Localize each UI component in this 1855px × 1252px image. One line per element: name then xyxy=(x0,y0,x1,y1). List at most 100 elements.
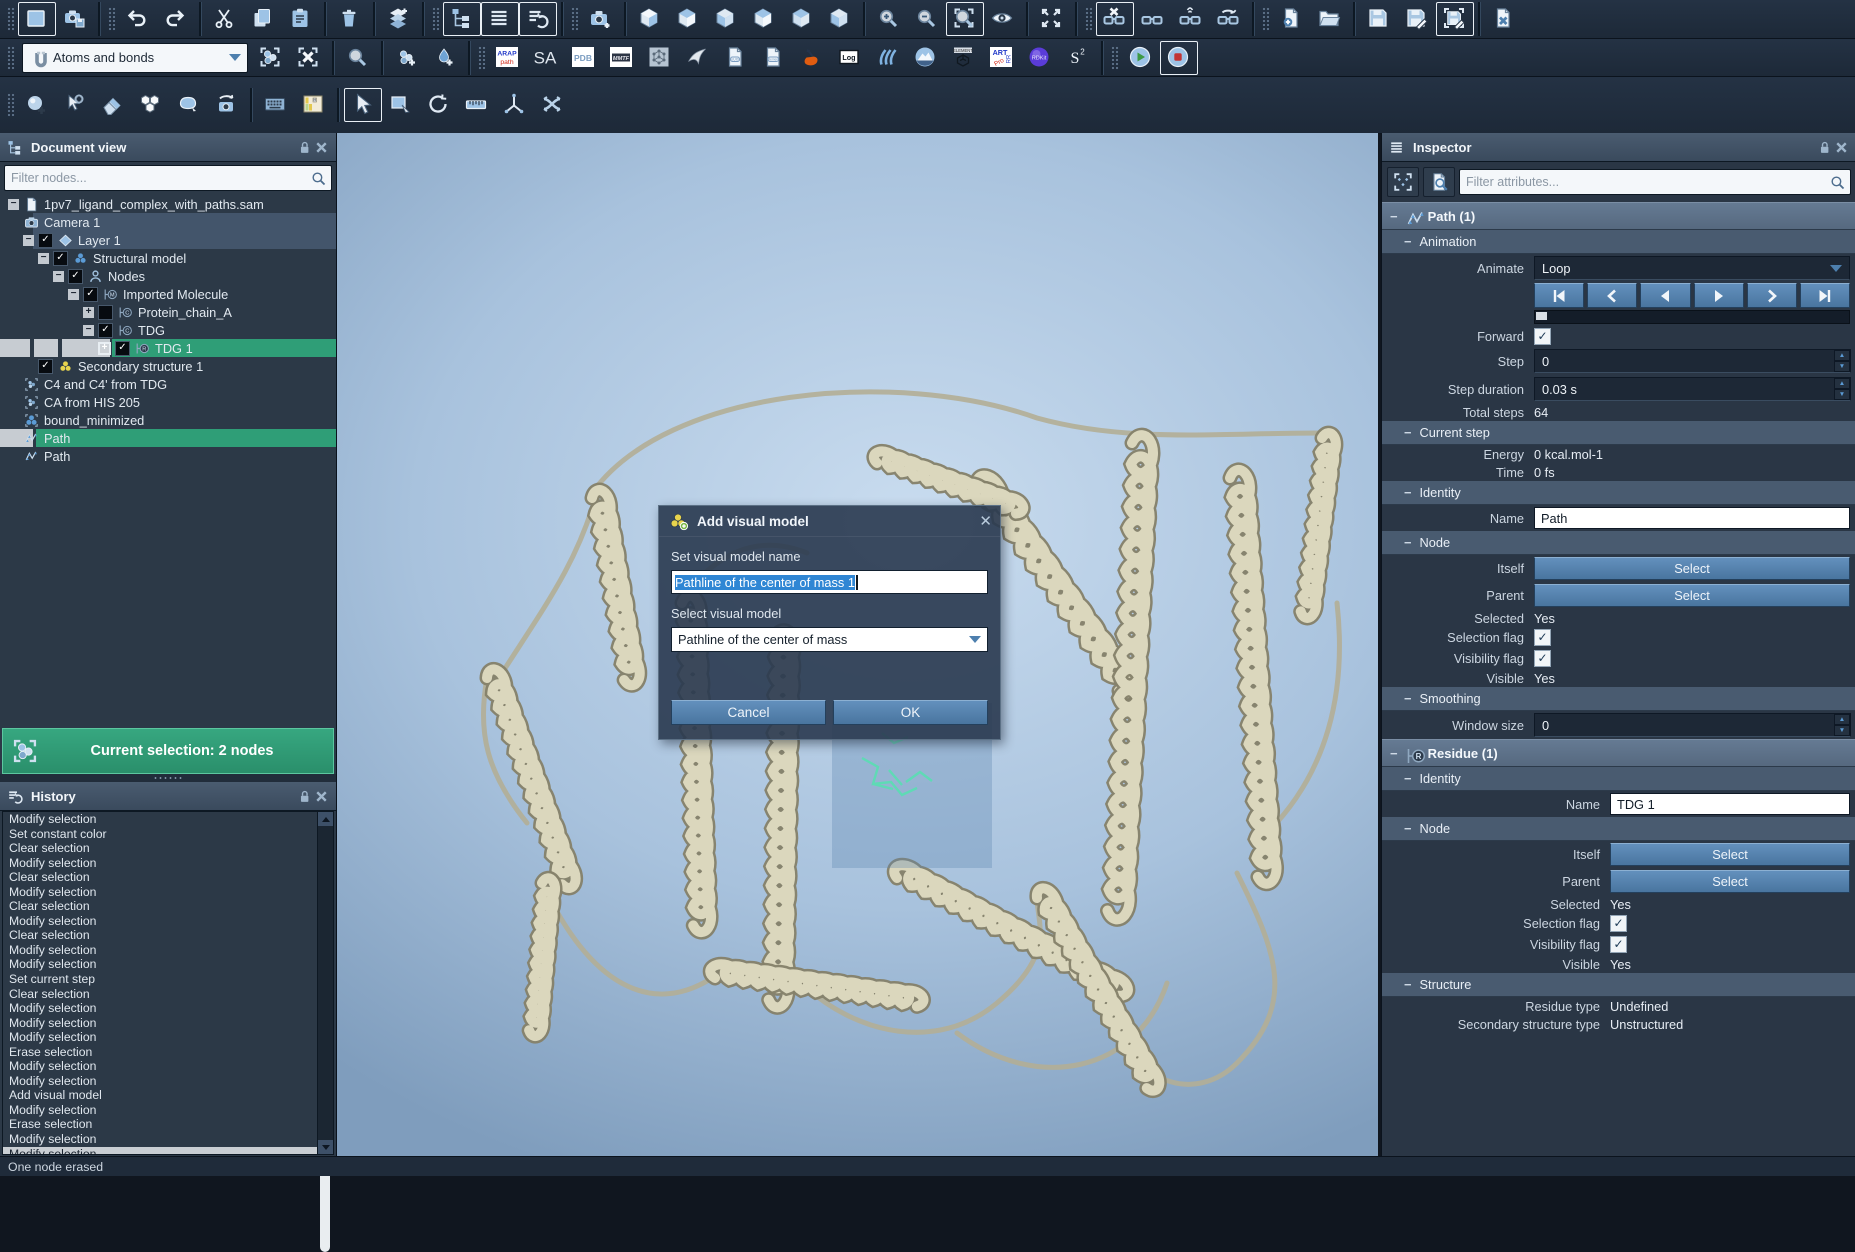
history-item[interactable]: Modify selection xyxy=(3,914,333,929)
view-front-button[interactable] xyxy=(631,2,669,36)
zoom-out-button[interactable] xyxy=(908,2,946,36)
collapse-icon[interactable]: − xyxy=(1404,771,1411,786)
subsection-identity[interactable]: −Identity xyxy=(1382,767,1855,791)
document-view-toggle[interactable] xyxy=(443,2,481,36)
redo-button[interactable] xyxy=(157,2,195,36)
rotate-tool[interactable] xyxy=(420,88,458,122)
close-panel-icon[interactable] xyxy=(1833,139,1850,156)
slider-handle[interactable] xyxy=(1536,312,1547,320)
periodic-table-tool[interactable]: H xyxy=(295,88,333,122)
visibility-checkbox[interactable] xyxy=(98,305,113,320)
history-item[interactable]: Modify selection xyxy=(3,856,333,871)
spin-down-button[interactable]: ▼ xyxy=(1834,725,1850,736)
tree-item-imported-molecule[interactable]: −✓MImported Molecule xyxy=(0,285,336,303)
stereo-off-button[interactable] xyxy=(1096,2,1134,36)
scroll-up-button[interactable] xyxy=(318,812,333,826)
keyboard-tool[interactable] xyxy=(257,88,295,122)
tree-item-c4-and-c4-from-tdg[interactable]: C4 and C4' from TDG xyxy=(0,375,336,393)
residue-parent-select-button[interactable]: Select xyxy=(1610,870,1850,893)
history-item[interactable]: Modify selection xyxy=(3,1016,333,1031)
history-item[interactable]: Clear selection xyxy=(3,899,333,914)
subsection-identity[interactable]: −Identity xyxy=(1382,481,1855,505)
toolbar-grip[interactable] xyxy=(7,46,15,70)
residue-selection-flag-checkbox[interactable]: ✓ xyxy=(1610,915,1627,932)
view-left-button[interactable] xyxy=(707,2,745,36)
seek-forward-button[interactable] xyxy=(1747,283,1797,308)
filter-attributes-input[interactable] xyxy=(1464,174,1829,190)
history-item[interactable]: Modify selection xyxy=(3,1001,333,1016)
lock-icon[interactable] xyxy=(296,788,313,805)
add-camera-button[interactable] xyxy=(582,2,620,36)
lasso-tool[interactable] xyxy=(170,88,208,122)
history-item[interactable]: Modify selection xyxy=(3,1059,333,1074)
spin-down-button[interactable]: ▼ xyxy=(1834,389,1850,400)
mmtf-app[interactable]: MMTF xyxy=(603,41,641,75)
save-button[interactable] xyxy=(1360,2,1398,36)
undo-button[interactable] xyxy=(119,2,157,36)
dialog-titlebar[interactable]: Add visual model ✕ xyxy=(659,506,1000,537)
history-item[interactable]: Modify selection xyxy=(3,885,333,900)
select-tool[interactable] xyxy=(344,88,382,122)
tree-item-tdg[interactable]: −✓CTDG xyxy=(0,321,336,339)
residue-name-input[interactable]: TDG 1 xyxy=(1610,793,1850,815)
collapse-icon[interactable]: − xyxy=(1404,821,1411,836)
animation-progress-slider[interactable] xyxy=(1534,310,1850,324)
toolbar-grip[interactable] xyxy=(432,7,440,31)
tree-item-1pv7-ligand-complex-with-paths-sam[interactable]: −1pv7_ligand_complex_with_paths.sam xyxy=(0,195,336,213)
step-spinbox[interactable]: 0 xyxy=(1534,349,1851,373)
step-forward-button[interactable] xyxy=(1694,283,1744,308)
twist-camera-tool[interactable] xyxy=(208,88,246,122)
collapse-icon[interactable]: − xyxy=(1404,425,1411,440)
inspect-document-button[interactable] xyxy=(1423,167,1455,197)
collapse-icon[interactable]: − xyxy=(1404,485,1411,500)
collapse-icon[interactable]: − xyxy=(1404,535,1411,550)
play-button[interactable] xyxy=(1122,41,1160,75)
visibility-checkbox[interactable]: ✓ xyxy=(68,269,83,284)
history-item[interactable]: Clear selection xyxy=(3,841,333,856)
skip-start-button[interactable] xyxy=(1534,283,1584,308)
step-duration-spinbox[interactable]: 0.03 s xyxy=(1534,377,1851,401)
lock-icon[interactable] xyxy=(296,139,313,156)
visibility-checkbox[interactable]: ✓ xyxy=(38,233,53,248)
tree-item-layer-1[interactable]: −✓Layer 1 xyxy=(0,231,336,249)
scroll-thumb[interactable] xyxy=(320,1167,330,1252)
residue-visibility-flag-checkbox[interactable]: ✓ xyxy=(1610,936,1627,953)
history-item[interactable]: Add visual model xyxy=(3,1088,333,1103)
forward-checkbox[interactable]: ✓ xyxy=(1534,328,1551,345)
section-header-path-1-[interactable]: − Path (1) xyxy=(1382,202,1855,230)
drop-target-icon[interactable]: + xyxy=(98,342,111,355)
pdb-app[interactable]: PDB xyxy=(565,41,603,75)
element-doc-app[interactable]: Element xyxy=(755,41,793,75)
angle-tool[interactable] xyxy=(496,88,534,122)
swallow-app[interactable] xyxy=(679,41,717,75)
tree-item-structural-model[interactable]: −✓Structural model xyxy=(0,249,336,267)
lock-icon[interactable] xyxy=(1816,139,1833,156)
tree-item-secondary-structure-1[interactable]: ✓Secondary structure 1 xyxy=(0,357,336,375)
history-item[interactable]: Modify selection xyxy=(3,1074,333,1089)
visual-model-dropdown[interactable]: Pathline of the center of mass xyxy=(671,627,988,652)
cancel-button[interactable]: Cancel xyxy=(671,700,826,725)
close-document-button[interactable] xyxy=(1485,2,1523,36)
close-panel-icon[interactable] xyxy=(313,788,330,805)
history-item[interactable]: Clear selection xyxy=(3,870,333,885)
zoom-in-button[interactable] xyxy=(870,2,908,36)
collapse-icon[interactable]: − xyxy=(1404,977,1411,992)
new-document-button[interactable] xyxy=(1273,2,1311,36)
expander-minus[interactable]: − xyxy=(8,199,19,210)
tree-item-tdg-1[interactable]: +✓RTDG 1 xyxy=(0,339,336,357)
spin-up-button[interactable]: ▲ xyxy=(1834,378,1850,389)
save-all-button[interactable] xyxy=(1436,2,1474,36)
collapse-icon[interactable]: − xyxy=(1390,746,1398,761)
background-button[interactable] xyxy=(18,2,56,36)
add-selection-button[interactable] xyxy=(388,41,426,75)
uuid-app[interactable]: UUID xyxy=(717,41,755,75)
path-name-input[interactable]: Path xyxy=(1534,507,1850,529)
collapse-icon[interactable]: − xyxy=(1390,209,1398,224)
stereo-on-button[interactable] xyxy=(1134,2,1172,36)
samson-sa-app[interactable]: SA xyxy=(527,41,565,75)
fullscreen-button[interactable] xyxy=(1033,2,1071,36)
path-selection-flag-checkbox[interactable]: ✓ xyxy=(1534,629,1551,646)
zoom-selection-button[interactable] xyxy=(946,2,984,36)
toolbar-grip[interactable] xyxy=(7,7,15,31)
visibility-checkbox[interactable]: ✓ xyxy=(38,359,53,374)
